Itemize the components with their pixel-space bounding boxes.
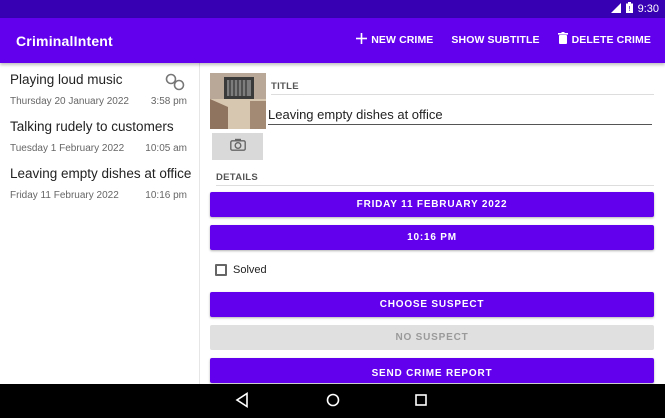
crime-title: Leaving empty dishes at office xyxy=(10,166,192,181)
status-time: 9:30 xyxy=(637,3,659,15)
crime-list-item[interactable]: Playing loud music Thursday 20 January 2… xyxy=(0,63,199,110)
camera-icon xyxy=(229,138,246,156)
crime-detail: TITLE DETAILS FRIDAY 11 FEBRUARY 2022 10… xyxy=(201,63,665,384)
crime-date: Tuesday 1 February 2022 xyxy=(10,143,125,154)
crime-photo xyxy=(210,73,266,129)
crime-date: Thursday 20 January 2022 xyxy=(10,96,129,107)
new-crime-button[interactable]: NEW CRIME xyxy=(356,32,434,47)
title-label: TITLE xyxy=(271,81,299,92)
crime-date: Friday 11 February 2022 xyxy=(10,190,119,201)
solved-checkbox[interactable]: Solved xyxy=(215,264,267,276)
crime-time: 10:05 am xyxy=(145,143,187,154)
crime-time-button[interactable]: 10:16 PM xyxy=(210,225,654,250)
navigation-bar xyxy=(0,384,665,418)
crime-title-input[interactable] xyxy=(268,105,652,125)
battery-icon: ! xyxy=(625,2,633,16)
trash-icon xyxy=(557,32,568,47)
show-subtitle-button[interactable]: SHOW SUBTITLE xyxy=(451,34,539,46)
delete-crime-button[interactable]: DELETE CRIME xyxy=(557,32,651,47)
crime-date-button[interactable]: FRIDAY 11 FEBRUARY 2022 xyxy=(210,192,654,217)
crime-title: Talking rudely to customers xyxy=(10,119,174,134)
send-report-button[interactable]: SEND CRIME REPORT xyxy=(210,358,654,383)
handcuffs-icon xyxy=(165,73,185,96)
app-bar: CriminalIntent NEW CRIME SHOW SUBTITLE D… xyxy=(0,18,665,63)
solved-label: Solved xyxy=(233,264,267,276)
svg-text:!: ! xyxy=(628,5,631,13)
recents-icon[interactable] xyxy=(414,392,428,413)
new-crime-label: NEW CRIME xyxy=(371,33,434,46)
crime-list-item[interactable]: Leaving empty dishes at office Friday 11… xyxy=(0,157,199,204)
show-subtitle-label: SHOW SUBTITLE xyxy=(451,33,540,46)
app-title: CriminalIntent xyxy=(16,33,113,49)
status-bar: ! 9:30 xyxy=(0,0,665,18)
crime-time: 3:58 pm xyxy=(150,96,187,107)
title-divider xyxy=(271,94,654,95)
crime-list: Playing loud music Thursday 20 January 2… xyxy=(0,63,200,384)
choose-suspect-button[interactable]: CHOOSE SUSPECT xyxy=(210,292,654,317)
take-photo-button[interactable] xyxy=(212,133,263,160)
checkbox-box[interactable] xyxy=(215,264,227,276)
crime-title: Playing loud music xyxy=(10,72,123,87)
details-divider xyxy=(216,185,654,186)
delete-crime-label: DELETE CRIME xyxy=(571,33,651,46)
signal-icon xyxy=(610,2,621,16)
crime-time: 10:16 pm xyxy=(145,190,187,201)
details-label: DETAILS xyxy=(216,172,259,183)
plus-icon xyxy=(356,32,368,47)
home-icon[interactable] xyxy=(325,392,341,413)
back-icon[interactable] xyxy=(235,392,249,413)
no-suspect-button[interactable]: NO SUSPECT xyxy=(210,325,654,350)
crime-list-item[interactable]: Talking rudely to customers Tuesday 1 Fe… xyxy=(0,110,199,157)
